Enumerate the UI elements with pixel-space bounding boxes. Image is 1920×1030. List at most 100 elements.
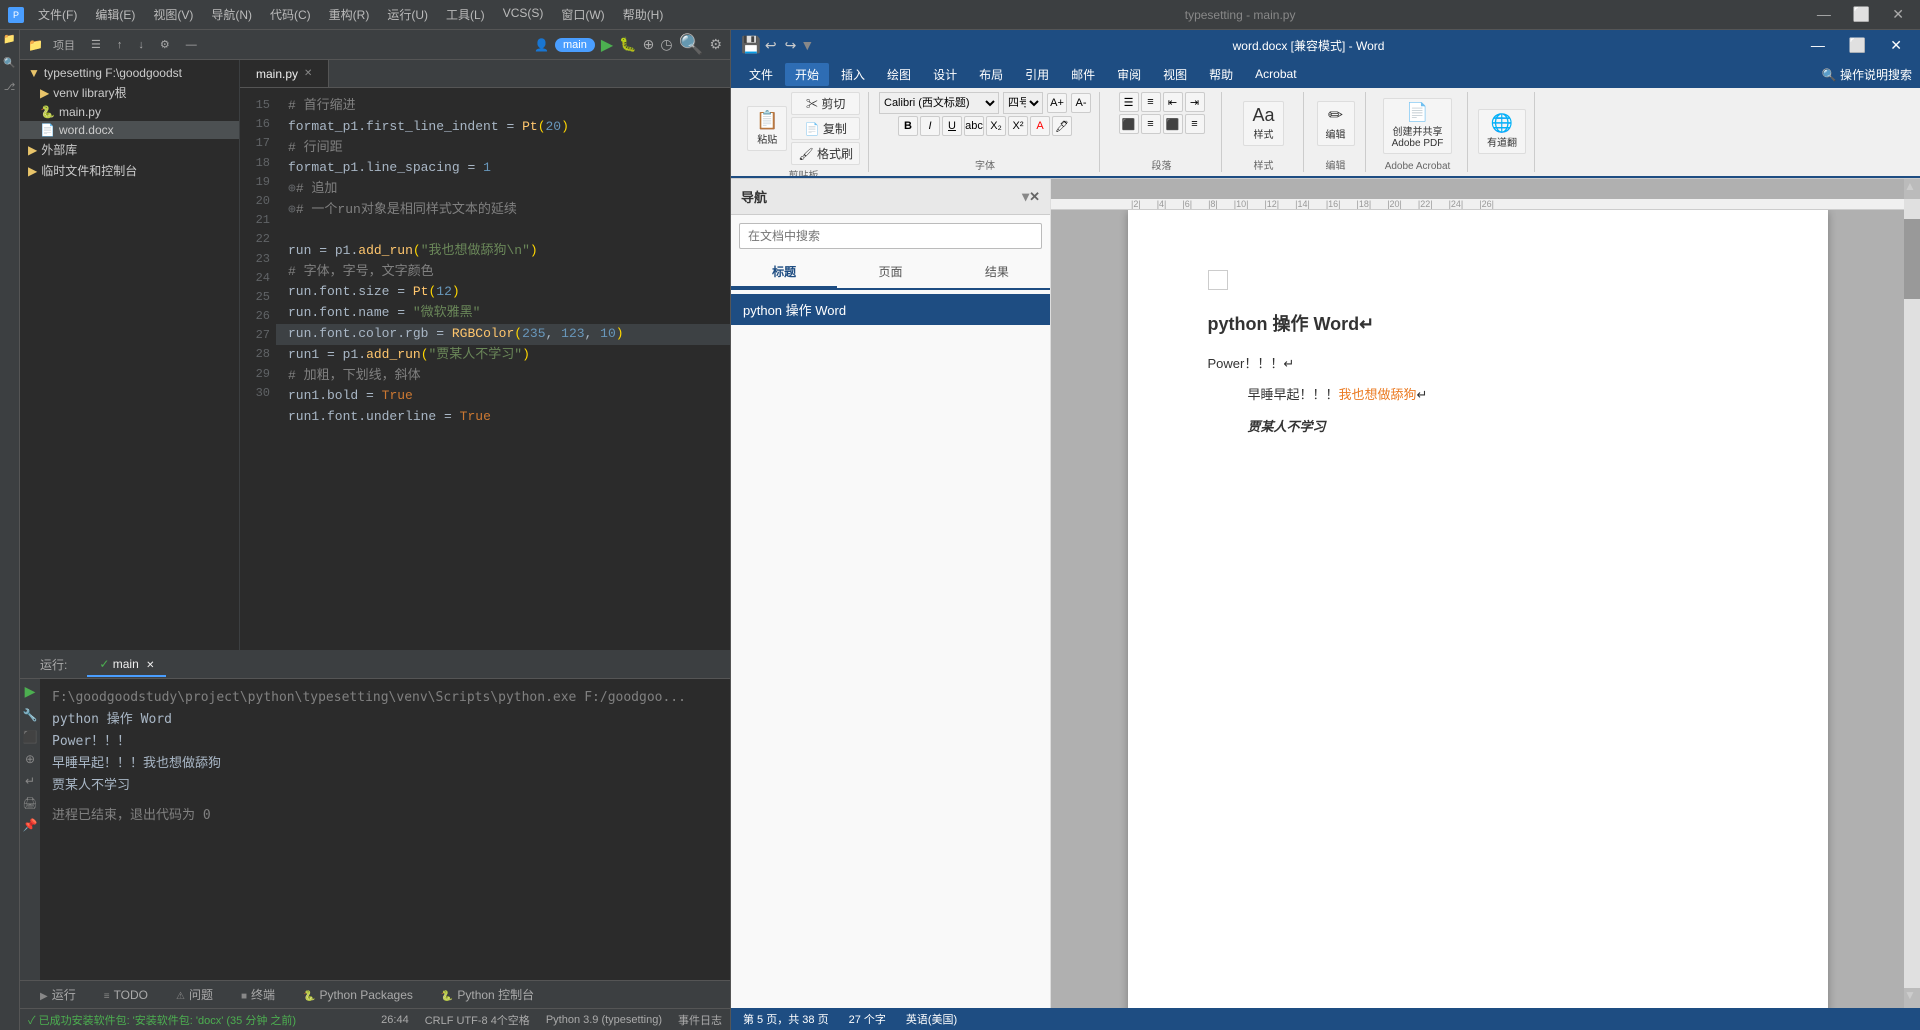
btab-run[interactable]: ▶运行	[28, 983, 88, 1006]
run-tool-icon[interactable]: 🔧	[23, 708, 38, 722]
btab-problems[interactable]: ⚠问题	[164, 983, 225, 1006]
scroll-track[interactable]	[1904, 199, 1920, 988]
tab-mainpy[interactable]: main.py ✕	[240, 60, 329, 87]
close-btn[interactable]: ✕	[1884, 4, 1912, 25]
menu-vcs[interactable]: VCS(S)	[495, 4, 552, 25]
tree-root[interactable]: ▼ typesetting F:\goodgoodst	[20, 64, 239, 82]
menu-code[interactable]: 代码(C)	[262, 4, 319, 25]
word-redo-icon[interactable]: ↪	[785, 37, 797, 54]
nav-tab-results[interactable]: 结果	[944, 257, 1050, 288]
translate-btn[interactable]: 🌐 有道翻	[1478, 109, 1526, 154]
nav-options-icon[interactable]: ▾	[1022, 188, 1029, 205]
wmenu-review[interactable]: 审阅	[1107, 63, 1151, 86]
word-minimize-btn[interactable]: —	[1803, 35, 1833, 56]
create-pdf-btn[interactable]: 📄 创建并共享Adobe PDF	[1383, 98, 1453, 154]
align-justify-btn[interactable]: ≡	[1185, 114, 1205, 134]
font-grow-btn[interactable]: A+	[1047, 93, 1067, 113]
run-tab-close[interactable]: ✕	[146, 660, 154, 671]
wmenu-insert[interactable]: 插入	[831, 63, 875, 86]
scroll-down-btn[interactable]: ▼	[1904, 988, 1920, 1008]
close-tab-mainpy[interactable]: ✕	[304, 68, 312, 79]
toolbar-up-btn[interactable]: ↑	[111, 37, 129, 53]
search-icon[interactable]: 🔍	[679, 32, 704, 57]
align-right-btn[interactable]: ⬛	[1163, 114, 1183, 134]
wmenu-layout[interactable]: 布局	[969, 63, 1013, 86]
maximize-btn[interactable]: ⬜	[1845, 4, 1878, 25]
menu-tools[interactable]: 工具(L)	[438, 4, 493, 25]
list-bullet-btn[interactable]: ☰	[1119, 92, 1139, 112]
copy-btn[interactable]: 📄 复制	[791, 117, 860, 140]
word-maximize-btn[interactable]: ⬜	[1841, 35, 1874, 56]
toolbar-settings-btn[interactable]: ⚙	[154, 36, 176, 53]
menu-window[interactable]: 窗口(W)	[553, 4, 612, 25]
run-print-icon[interactable]: 🖨	[22, 796, 37, 810]
run-scroll-icon[interactable]: ⊕	[25, 752, 35, 766]
tree-venv[interactable]: ▶ venv library根	[20, 82, 239, 103]
wmenu-help[interactable]: 帮助	[1199, 63, 1243, 86]
tree-ext-libs[interactable]: ▶ 外部库	[20, 139, 239, 160]
underline-btn[interactable]: U	[942, 116, 962, 136]
profile-btn[interactable]: ◷	[660, 36, 672, 53]
run-wrap-icon[interactable]: ↵	[25, 774, 35, 788]
wmenu-draw[interactable]: 绘图	[877, 63, 921, 86]
wmenu-home[interactable]: 开始	[785, 63, 829, 86]
format-painter-btn[interactable]: 🖌 格式刷	[791, 142, 860, 165]
run-tab-main[interactable]: ✓ main ✕	[87, 653, 166, 677]
menu-view[interactable]: 视图(V)	[145, 4, 201, 25]
settings-icon[interactable]: ⚙	[709, 36, 722, 53]
wmenu-mail[interactable]: 邮件	[1061, 63, 1105, 86]
toolbar-project-label[interactable]: 项目	[47, 35, 81, 55]
font-shrink-btn[interactable]: A-	[1071, 93, 1091, 113]
scroll-thumb[interactable]	[1904, 219, 1920, 299]
word-undo-icon[interactable]: ↩	[765, 37, 777, 54]
activity-search[interactable]: 🔍	[2, 58, 18, 74]
highlight-btn[interactable]: 🖊	[1052, 116, 1072, 136]
word-save-icon[interactable]: 💾	[741, 35, 761, 55]
menu-refactor[interactable]: 重构(R)	[321, 4, 378, 25]
list-number-btn[interactable]: ≡	[1141, 92, 1161, 112]
coverage-btn[interactable]: ⊕	[643, 36, 655, 53]
cut-btn[interactable]: ✂ 剪切	[791, 92, 860, 115]
word-close-btn[interactable]: ✕	[1882, 35, 1910, 56]
wmenu-design[interactable]: 设计	[923, 63, 967, 86]
code-editor[interactable]: 15 16 17 18 19 20 21 22 23 24 25 26 27 2…	[240, 88, 730, 650]
debug-btn[interactable]: 🐛	[619, 36, 636, 53]
italic-btn[interactable]: I	[920, 116, 940, 136]
subscript-btn[interactable]: X₂	[986, 116, 1006, 136]
menu-run[interactable]: 运行(U)	[379, 4, 436, 25]
word-search-icon[interactable]: 🔍 操作说明搜索	[1822, 66, 1912, 83]
run-stop-icon[interactable]: ⬛	[23, 730, 38, 744]
btab-terminal[interactable]: ■终端	[229, 983, 287, 1006]
run-play-icon[interactable]: ▶	[25, 683, 36, 700]
indent-decrease-btn[interactable]: ⇤	[1163, 92, 1183, 112]
run-pin-icon[interactable]: 📌	[23, 818, 38, 832]
btab-pyconsole[interactable]: 🐍Python 控制台	[429, 983, 546, 1006]
menu-help[interactable]: 帮助(H)	[615, 4, 672, 25]
align-left-btn[interactable]: ⬛	[1119, 114, 1139, 134]
strikethrough-btn[interactable]: abc	[964, 116, 984, 136]
nav-close-btn[interactable]: ✕	[1029, 189, 1040, 205]
branch-badge[interactable]: main	[555, 38, 595, 52]
wmenu-acrobat[interactable]: Acrobat	[1245, 64, 1306, 84]
wmenu-refs[interactable]: 引用	[1015, 63, 1059, 86]
word-document[interactable]: |2||4||6||8||10||12||14||16||18||20||22|…	[1051, 179, 1904, 1008]
font-color-btn[interactable]: A	[1030, 116, 1050, 136]
tree-temp[interactable]: ▶ 临时文件和控制台	[20, 160, 239, 181]
run-btn[interactable]: ▶	[601, 35, 613, 55]
nav-tab-headings[interactable]: 标题	[731, 257, 837, 288]
btab-todo[interactable]: ≡TODO	[92, 985, 160, 1005]
activity-git[interactable]: ⎇	[2, 82, 18, 98]
scroll-up-btn[interactable]: ▲	[1904, 179, 1920, 199]
paste-btn[interactable]: 📋 粘贴	[747, 106, 787, 151]
minimize-btn[interactable]: —	[1809, 4, 1839, 25]
tree-worddocx[interactable]: 📄 word.docx	[20, 121, 239, 139]
font-size-selector[interactable]: 四号	[1003, 92, 1043, 114]
toolbar-close-btn[interactable]: —	[180, 37, 203, 53]
tree-mainpy[interactable]: 🐍 main.py	[20, 103, 239, 121]
nav-search-input[interactable]	[739, 223, 1042, 249]
btab-pypackages[interactable]: 🐍Python Packages	[291, 985, 425, 1005]
menu-edit[interactable]: 编辑(E)	[87, 4, 143, 25]
nav-item-heading1[interactable]: python 操作 Word	[731, 294, 1050, 325]
indent-increase-btn[interactable]: ⇥	[1185, 92, 1205, 112]
align-center-btn[interactable]: ≡	[1141, 114, 1161, 134]
